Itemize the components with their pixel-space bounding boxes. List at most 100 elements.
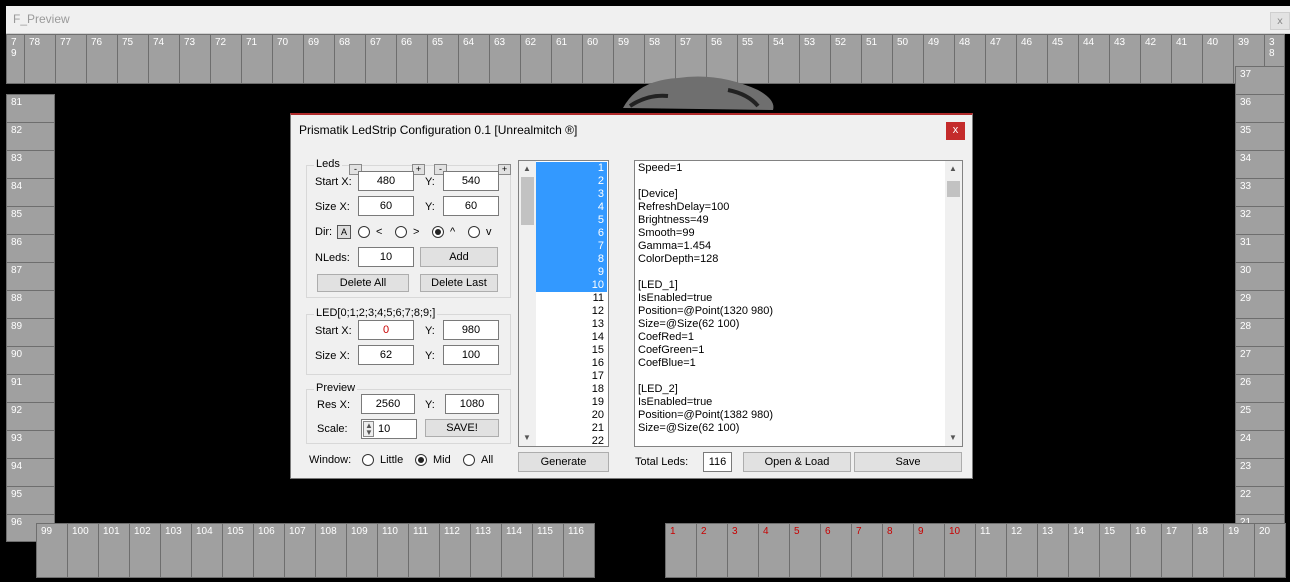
nleds-label: NLeds: xyxy=(315,252,350,264)
list-item[interactable]: 7 xyxy=(536,240,607,253)
list-item[interactable]: 14 xyxy=(536,331,607,344)
start-y-label: Y: xyxy=(425,176,435,188)
save-button[interactable]: Save xyxy=(854,452,962,472)
led-size-x-input[interactable]: 62 xyxy=(358,345,414,365)
led-top-12: 67 xyxy=(365,34,397,84)
led-top-37: 42 xyxy=(1140,34,1172,84)
led-right-7: 30 xyxy=(1235,262,1285,291)
led-bottom-right-5: 6 xyxy=(820,523,852,578)
list-item[interactable]: 8 xyxy=(536,253,607,266)
list-item[interactable]: 9 xyxy=(536,266,607,279)
list-item[interactable]: 17 xyxy=(536,370,607,383)
scale-value: 10 xyxy=(378,423,391,435)
led-start-y-label: Y: xyxy=(425,325,435,337)
start-x-input[interactable]: 480 xyxy=(358,171,414,191)
led-number-list[interactable]: ▲ ▼ 1 2 3 4 5 6 7 8 9 10 11 12 13 14 15 16 17 18 19 20 21 22 xyxy=(518,160,609,447)
size-y-label: Y: xyxy=(425,201,435,213)
led-top-4: 75 xyxy=(117,34,149,84)
list-item[interactable]: 1 xyxy=(536,162,607,175)
dir-left-radio[interactable] xyxy=(358,226,370,238)
led-bottom-left-3: 102 xyxy=(129,523,161,578)
open-load-button[interactable]: Open & Load xyxy=(743,452,851,472)
led-bottom-right-13: 14 xyxy=(1068,523,1100,578)
led-top-1: 78 xyxy=(24,34,56,84)
list-item[interactable]: 20 xyxy=(536,409,607,422)
led-top-5: 74 xyxy=(148,34,180,84)
list-item[interactable]: 6 xyxy=(536,227,607,240)
list-item[interactable]: 11 xyxy=(536,292,607,305)
generate-button[interactable]: Generate xyxy=(518,452,609,472)
led-right-12: 25 xyxy=(1235,402,1285,431)
dir-left-label: < xyxy=(376,226,383,238)
scale-stepper-icon[interactable]: ▲ ▼ xyxy=(363,421,374,437)
led-bottom-left-15: 114 xyxy=(501,523,533,578)
list-item[interactable]: 12 xyxy=(536,305,607,318)
list-item[interactable]: 2 xyxy=(536,175,607,188)
config-line: RefreshDelay=100 xyxy=(638,201,730,213)
led-start-y-input[interactable]: 980 xyxy=(443,320,499,340)
config-textarea[interactable]: ▲ ▼ Speed=1 [Device] RefreshDelay=100 Brigh… xyxy=(634,160,963,447)
config-line: Position=@Point(1382 980) xyxy=(638,409,774,421)
led-top-35: 44 xyxy=(1078,34,1110,84)
window-all-radio[interactable] xyxy=(463,454,475,466)
list-item[interactable]: 4 xyxy=(536,201,607,214)
led-left-4: 85 xyxy=(6,206,55,235)
res-y-label: Y: xyxy=(425,399,435,411)
config-scrollbar[interactable]: ▲ ▼ xyxy=(945,161,962,446)
size-y-input[interactable]: 60 xyxy=(443,196,499,216)
led-bottom-left-1: 100 xyxy=(67,523,99,578)
list-scrollbar[interactable]: ▲ ▼ xyxy=(519,161,536,446)
size-x-input[interactable]: 60 xyxy=(358,196,414,216)
led-bottom-right-6: 7 xyxy=(851,523,883,578)
led-top-3: 76 xyxy=(86,34,118,84)
led-size-y-input[interactable]: 100 xyxy=(443,345,499,365)
led-right-2: 35 xyxy=(1235,122,1285,151)
res-y-input[interactable]: 1080 xyxy=(445,394,499,414)
total-leds-input[interactable]: 116 xyxy=(703,452,732,472)
delete-last-button[interactable]: Delete Last xyxy=(420,274,498,292)
window-mid-radio[interactable] xyxy=(415,454,427,466)
led-detail-group-title: LED[0;1;2;3;4;5;6;7;8;9;] xyxy=(314,307,438,319)
led-right-10: 27 xyxy=(1235,346,1285,375)
led-bottom-right-18: 19 xyxy=(1223,523,1255,578)
list-item[interactable]: 3 xyxy=(536,188,607,201)
list-item[interactable]: 22 xyxy=(536,435,607,446)
dir-up-radio[interactable] xyxy=(432,226,444,238)
dir-auto-button[interactable]: A xyxy=(337,225,351,239)
led-bottom-left-6: 105 xyxy=(222,523,254,578)
led-start-x-input[interactable]: 0 xyxy=(358,320,414,340)
start-y-input[interactable]: 540 xyxy=(443,171,499,191)
led-top-6: 73 xyxy=(179,34,211,84)
dir-down-radio[interactable] xyxy=(468,226,480,238)
led-top-0: 7 9 xyxy=(6,34,25,84)
list-item[interactable]: 5 xyxy=(536,214,607,227)
led-bottom-left-13: 112 xyxy=(439,523,471,578)
led-top-8: 71 xyxy=(241,34,273,84)
background-logo-shape xyxy=(623,76,774,110)
led-bottom-right-12: 13 xyxy=(1037,523,1069,578)
led-left-8: 89 xyxy=(6,318,55,347)
list-item[interactable]: 13 xyxy=(536,318,607,331)
nleds-input[interactable]: 10 xyxy=(358,247,414,267)
list-item[interactable]: 16 xyxy=(536,357,607,370)
add-button[interactable]: Add xyxy=(420,247,498,267)
window-little-radio[interactable] xyxy=(362,454,374,466)
led-top-14: 65 xyxy=(427,34,459,84)
list-item[interactable]: 21 xyxy=(536,422,607,435)
led-bottom-right-4: 5 xyxy=(789,523,821,578)
dialog-close-icon[interactable]: x xyxy=(946,122,965,140)
list-item[interactable]: 18 xyxy=(536,383,607,396)
res-x-input[interactable]: 2560 xyxy=(361,394,415,414)
leds-plus-y-button[interactable]: + xyxy=(498,164,511,175)
list-item[interactable]: 10 xyxy=(536,279,607,292)
delete-all-button[interactable]: Delete All xyxy=(317,274,409,292)
led-left-0: 81 xyxy=(6,94,55,123)
window-label: Window: xyxy=(309,454,352,466)
list-item[interactable]: 19 xyxy=(536,396,607,409)
list-item[interactable]: 15 xyxy=(536,344,607,357)
led-left-3: 84 xyxy=(6,178,55,207)
led-bottom-left-10: 109 xyxy=(346,523,378,578)
dir-right-radio[interactable] xyxy=(395,226,407,238)
config-line: Size=@Size(62 100) xyxy=(638,422,740,434)
save-preview-button[interactable]: SAVE! xyxy=(425,419,499,437)
